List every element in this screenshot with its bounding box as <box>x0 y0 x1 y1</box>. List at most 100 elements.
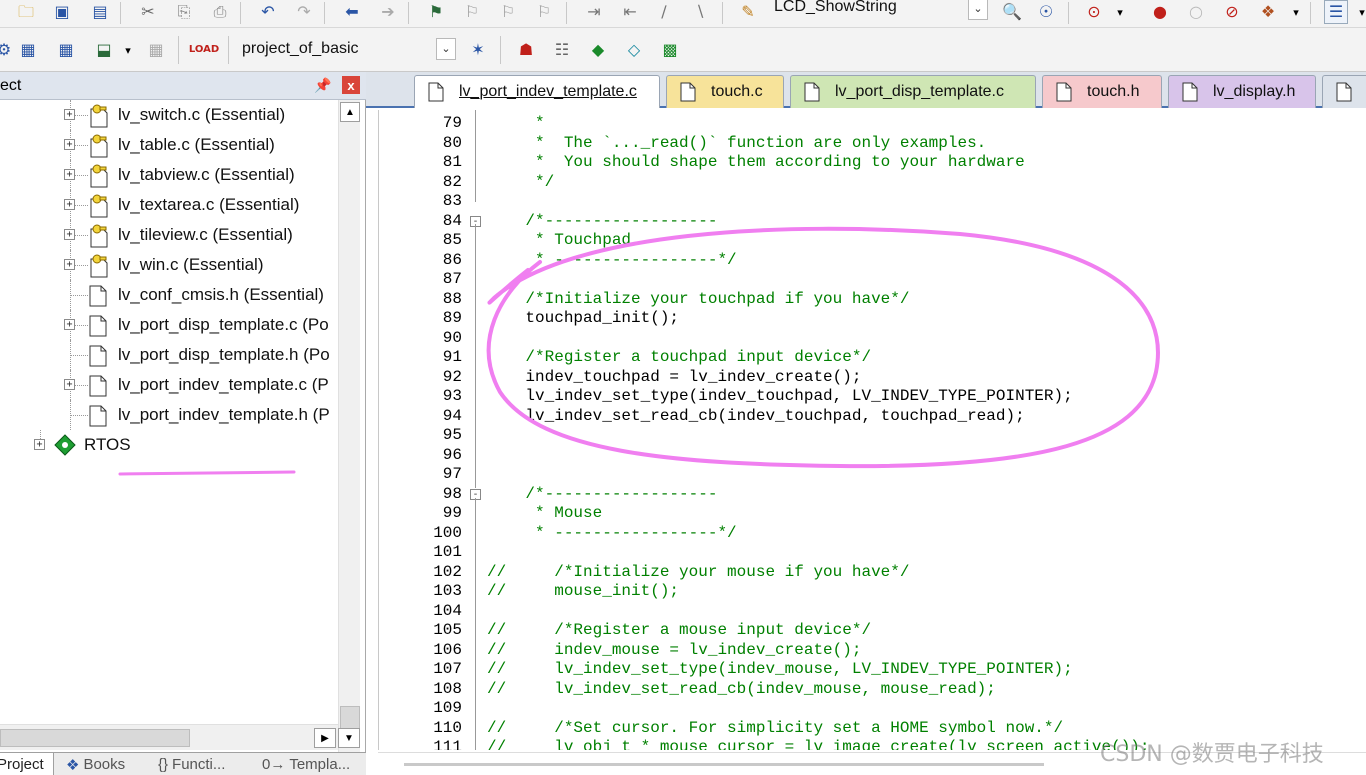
unindent-icon[interactable]: ⇤ <box>618 0 642 24</box>
pin-icon[interactable]: 📌 <box>314 76 332 94</box>
line-number: 97 <box>442 465 462 483</box>
save-all-icon[interactable]: ▤ <box>88 0 112 24</box>
cut-icon[interactable]: ✂ <box>136 0 160 24</box>
indent-icon[interactable]: ⇥ <box>582 0 606 24</box>
prev-bookmark-icon[interactable]: ⚐ <box>460 0 484 24</box>
horizontal-scrollbar[interactable]: ▶ ▼ <box>0 724 360 750</box>
download-icon[interactable]: LOAD <box>189 38 219 62</box>
breakpoint-icon[interactable]: ● <box>1148 0 1172 24</box>
expand-icon[interactable]: + <box>64 199 75 210</box>
target-options-icon[interactable]: ✶ <box>466 38 490 62</box>
code-editor[interactable]: 79 * 80 * The `..._read()` function are o… <box>378 110 1366 750</box>
expand-icon[interactable]: + <box>64 229 75 240</box>
code-text: // mouse_init(); <box>487 582 680 600</box>
windows-icon[interactable]: ❖ <box>1256 0 1280 24</box>
tab-functions[interactable]: {} Functi... <box>154 753 254 775</box>
tree-item[interactable]: + lv_win.c (Essential) <box>0 250 338 280</box>
scrollbar-thumb[interactable] <box>0 729 190 747</box>
code-text: * Touchpad <box>487 231 632 249</box>
file-tab[interactable]: dm <box>1322 75 1366 108</box>
chevron-down-icon[interactable]: ▾ <box>116 38 140 62</box>
find-in-files-icon[interactable]: ✎ <box>736 0 760 24</box>
tree-item[interactable]: + lv_switch.c (Essential) <box>0 100 338 130</box>
debug-icon[interactable]: ⊙ <box>1082 0 1106 24</box>
chevron-down-icon[interactable]: ⌄ <box>968 0 988 20</box>
scroll-right-icon[interactable]: ▶ <box>314 728 336 748</box>
disable-breakpoint-icon[interactable]: ○ <box>1184 0 1208 24</box>
tree-item[interactable]: lv_port_disp_template.h (Po <box>0 340 338 370</box>
rebuild-icon[interactable]: ▦ <box>54 38 78 62</box>
open-folder-icon[interactable]: 🗀 <box>14 0 38 24</box>
tree-item[interactable]: lv_conf_cmsis.h (Essential) <box>0 280 338 310</box>
expand-icon[interactable]: + <box>64 319 75 330</box>
expand-icon[interactable]: + <box>64 139 75 150</box>
clear-bookmarks-icon[interactable]: ⚐ <box>532 0 556 24</box>
file-tab[interactable]: lv_display.h <box>1168 75 1316 108</box>
expand-icon[interactable]: + <box>64 259 75 270</box>
batch-build-icon[interactable]: ⬓ <box>92 38 116 62</box>
find-combo[interactable]: LCD_ShowString ⌄ <box>768 0 988 20</box>
tree-item[interactable]: + RTOS <box>0 430 338 460</box>
file-tab[interactable]: lv_port_disp_template.c <box>790 75 1036 108</box>
code-text: // lv_indev_set_type(indev_mouse, LV_IND… <box>487 660 1073 678</box>
chevron-down-icon[interactable]: ▾ <box>1108 0 1132 24</box>
file-tab[interactable]: lv_port_indev_template.c <box>414 75 660 108</box>
copy-icon[interactable]: ⎘ <box>172 0 196 24</box>
find-icon[interactable]: 🔍 <box>1000 0 1024 24</box>
tree-item[interactable]: + lv_table.c (Essential) <box>0 130 338 160</box>
expand-icon[interactable]: + <box>34 439 45 450</box>
run-time-env-icon[interactable]: ◆ <box>586 38 610 62</box>
close-icon[interactable]: x <box>342 76 360 94</box>
navigate-back-icon[interactable]: ⬅ <box>340 0 364 24</box>
configure-icon[interactable]: ☰ <box>1324 0 1348 24</box>
file-extensions-icon[interactable]: ☗ <box>514 38 538 62</box>
select-software-packs-icon[interactable]: ▩ <box>658 38 682 62</box>
scrollbar-thumb[interactable] <box>404 763 1044 766</box>
incremental-find-icon[interactable]: ☉ <box>1034 0 1058 24</box>
translate-icon[interactable]: ⚙ <box>0 38 16 62</box>
tree-item[interactable]: + lv_port_disp_template.c (Po <box>0 310 338 340</box>
chevron-down-icon[interactable]: ▾ <box>1284 0 1308 24</box>
scroll-up-icon[interactable]: ▲ <box>340 102 360 122</box>
uncomment-icon[interactable]: ∖ <box>688 0 712 24</box>
tree-item[interactable]: lv_port_indev_template.h (P <box>0 400 338 430</box>
build-icon[interactable]: ▦ <box>16 38 40 62</box>
code-line: 108 // lv_indev_set_read_cb(indev_mouse, … <box>379 680 1366 700</box>
paste-icon[interactable]: ⎙ <box>208 0 232 24</box>
code-line: 100 * -----------------*/ <box>379 524 1366 544</box>
code-line: 90 <box>379 329 1366 349</box>
stop-build-icon[interactable]: ▦ <box>144 38 168 62</box>
config-file-icon <box>1181 81 1201 103</box>
file-tab[interactable]: touch.c <box>666 75 784 108</box>
save-icon[interactable]: ▣ <box>50 0 74 24</box>
comment-icon[interactable]: ∕ <box>652 0 676 24</box>
tab-templates[interactable]: 0→ Templa... <box>258 753 366 775</box>
tab-books[interactable]: ❖ Books <box>62 753 146 775</box>
navigate-forward-icon[interactable]: ➔ <box>376 0 400 24</box>
chevron-down-icon[interactable]: ▾ <box>1350 0 1366 24</box>
kill-breakpoints-icon[interactable]: ⊘ <box>1220 0 1244 24</box>
fold-guide-line <box>475 498 476 750</box>
expand-icon[interactable]: + <box>64 379 75 390</box>
chevron-down-icon[interactable]: ⌄ <box>436 38 456 60</box>
pack-installer-icon[interactable]: ◇ <box>622 38 646 62</box>
redo-icon[interactable]: ↷ <box>292 0 316 24</box>
manage-components-icon[interactable]: ☷ <box>550 38 574 62</box>
tree-item-label: lv_tileview.c (Essential) <box>118 225 293 244</box>
tree-item[interactable]: + lv_port_indev_template.c (P <box>0 370 338 400</box>
scroll-down-icon[interactable]: ▼ <box>338 728 360 748</box>
bookmark-icon[interactable]: ⚑ <box>424 0 448 24</box>
file-icon <box>88 284 108 307</box>
undo-icon[interactable]: ↶ <box>256 0 280 24</box>
target-select[interactable]: project_of_basic ⌄ <box>236 38 456 62</box>
tab-project[interactable]: Project <box>0 753 54 775</box>
books-icon: ❖ <box>66 756 80 774</box>
file-tab[interactable]: touch.h <box>1042 75 1162 108</box>
tree-item[interactable]: + lv_tileview.c (Essential) <box>0 220 338 250</box>
tree-item[interactable]: + lv_tabview.c (Essential) <box>0 160 338 190</box>
next-bookmark-icon[interactable]: ⚐ <box>496 0 520 24</box>
tree-item[interactable]: + lv_textarea.c (Essential) <box>0 190 338 220</box>
expand-icon[interactable]: + <box>64 109 75 120</box>
expand-icon[interactable]: + <box>64 169 75 180</box>
vertical-scrollbar[interactable]: ▲ <box>338 100 360 752</box>
